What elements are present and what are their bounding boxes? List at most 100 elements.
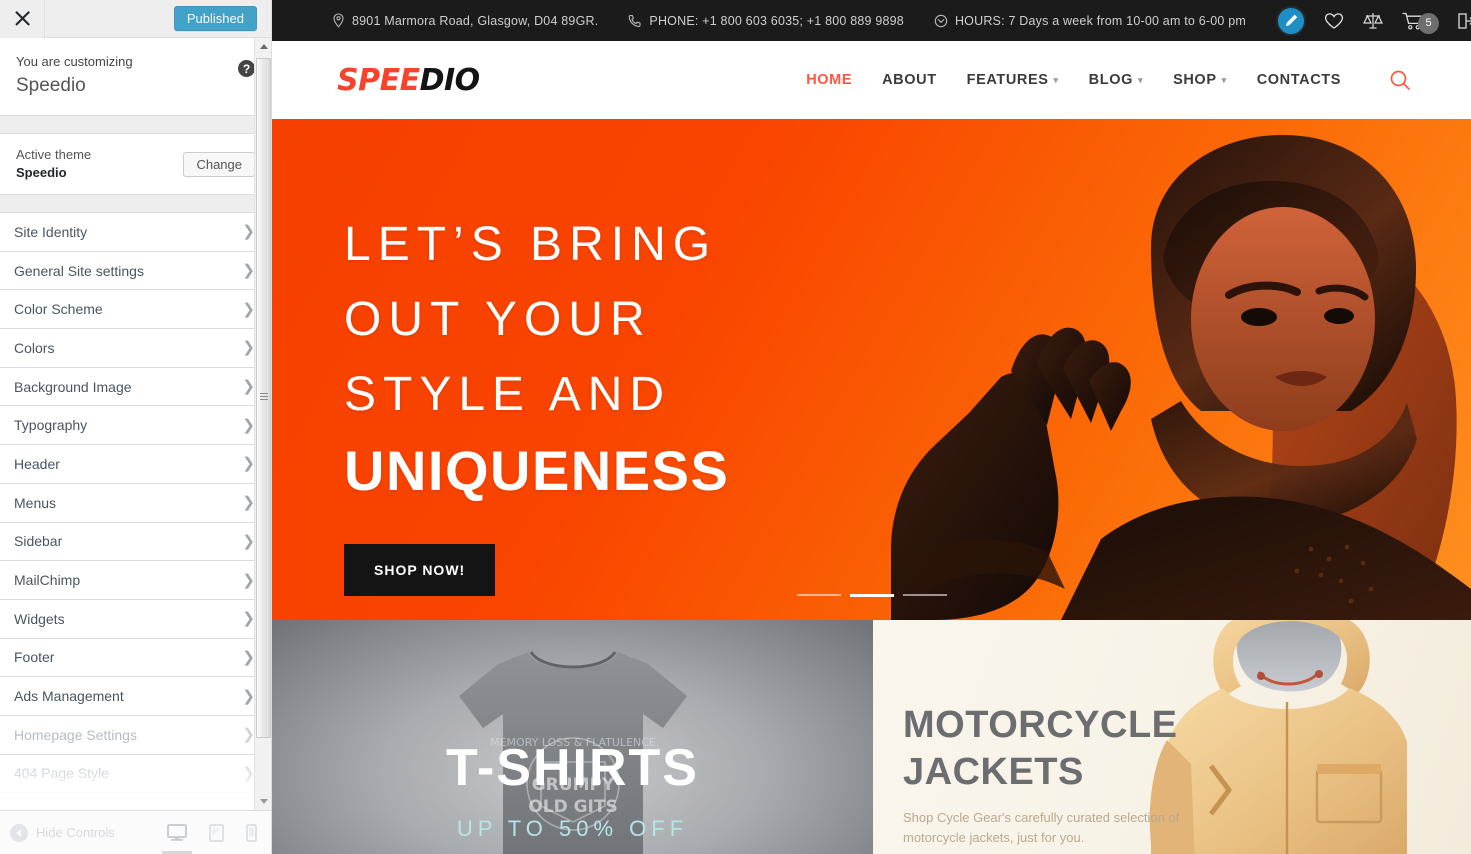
- panel-divider: [0, 116, 271, 134]
- promo-jackets[interactable]: MOTORCYCLE JACKETS Shop Cycle Gear's car…: [873, 620, 1471, 854]
- clock-icon: [934, 14, 948, 27]
- panel-label: Site Identity: [14, 223, 88, 240]
- panel-label: Homepage Settings: [14, 726, 137, 743]
- panel-label: Sidebar: [14, 533, 63, 550]
- scroll-down-arrow-icon[interactable]: [255, 793, 271, 810]
- nav-item-home[interactable]: HOME: [806, 72, 852, 88]
- site-top-info-bar: 8901 Marmora Road, Glasgow, D04 89GR. PH…: [272, 0, 1471, 41]
- panel-label: MailChimp: [14, 572, 81, 589]
- nav-item-features[interactable]: FEATURES ▾: [967, 72, 1059, 88]
- logo-part-1: SPEE: [337, 62, 420, 98]
- customizer-panel-widgets[interactable]: Widgets ❯: [0, 599, 271, 639]
- location-pin-icon: [333, 13, 344, 28]
- customizer-panel-footer[interactable]: Footer ❯: [0, 638, 271, 678]
- collapse-arrow-icon: [10, 823, 28, 842]
- publish-button[interactable]: Published: [173, 6, 257, 31]
- hero-slide-indicator-1[interactable]: [796, 594, 841, 596]
- change-theme-button[interactable]: Change: [183, 151, 255, 177]
- promo-tshirts-title: T-SHIRTS: [446, 739, 699, 797]
- nav-item-about[interactable]: ABOUT: [882, 72, 937, 88]
- customizer-scroll-area: You are customizing Speedio ? Active the…: [0, 38, 271, 810]
- panel-divider-2: [0, 195, 271, 213]
- sidebar-scrollbar[interactable]: [254, 38, 271, 810]
- nav-item-blog[interactable]: BLOG ▾: [1089, 72, 1143, 88]
- nav-item-label: HOME: [806, 72, 853, 88]
- nav-item-contacts[interactable]: CONTACTS: [1257, 72, 1341, 88]
- site-name-title: Speedio: [16, 75, 86, 96]
- customizer-panel-menus[interactable]: Menus ❯: [0, 483, 271, 523]
- wordpress-customizer-sidebar: Published You are customizing Speedio ? …: [0, 0, 272, 854]
- hours-info: HOURS: 7 Days a week from 10-00 am to 6-…: [934, 14, 1246, 28]
- nav-item-label: ABOUT: [882, 72, 937, 88]
- panel-label: Header: [14, 455, 60, 472]
- site-preview-frame: 8901 Marmora Road, Glasgow, D04 89GR. PH…: [272, 0, 1471, 854]
- customizer-panel-header[interactable]: Header ❯: [0, 445, 271, 484]
- scrollbar-grip-icon: [260, 393, 268, 403]
- site-logo[interactable]: SPEEDIO: [337, 63, 480, 98]
- chevron-down-icon: ▾: [1053, 74, 1059, 85]
- svg-text:OLD GITS: OLD GITS: [528, 797, 617, 817]
- active-theme-label: Active theme: [16, 147, 92, 162]
- address-info: 8901 Marmora Road, Glasgow, D04 89GR.: [332, 13, 598, 28]
- active-theme-row: Active theme Speedio Change: [0, 134, 271, 195]
- customizer-header: You are customizing Speedio ?: [0, 38, 271, 116]
- close-x-icon[interactable]: [0, 0, 45, 38]
- hero-line-1: LET’S BRING: [344, 218, 718, 271]
- panel-label: Background Image: [14, 378, 132, 395]
- panel-label: Color Scheme: [14, 301, 103, 318]
- hero-slider-dots: [272, 594, 1471, 597]
- search-icon[interactable]: [1389, 69, 1411, 91]
- compare-scales-icon[interactable]: [1362, 11, 1384, 30]
- phone-text: PHONE: +1 800 603 6035; +1 800 889 9898: [649, 13, 904, 28]
- panel-label: 404 Page Style: [14, 765, 109, 782]
- customizer-panel-sidebar[interactable]: Sidebar ❯: [0, 522, 271, 562]
- hero-copy: LET’S BRING OUT YOUR STYLE AND UNIQUENES…: [344, 207, 729, 596]
- scrollbar-thumb[interactable]: [256, 58, 271, 738]
- customizer-panel-ads-management[interactable]: Ads Management ❯: [0, 677, 271, 716]
- shop-now-button[interactable]: SHOP NOW!: [344, 544, 496, 596]
- hours-text: HOURS: 7 Days a week from 10-00 am to 6-…: [954, 13, 1247, 28]
- hero-line-4: UNIQUENESS: [344, 439, 730, 502]
- chevron-down-icon: ▾: [1137, 74, 1144, 85]
- customizer-panel-homepage-settings[interactable]: Homepage Settings ❯: [0, 715, 271, 755]
- customizer-panel-background-image[interactable]: Background Image ❯: [0, 367, 271, 407]
- device-mobile-icon[interactable]: [246, 823, 257, 842]
- device-preview-switcher: [162, 823, 257, 854]
- nav-item-label: SHOP: [1173, 72, 1217, 88]
- hero-slide-indicator-3[interactable]: [902, 594, 947, 596]
- cart-button[interactable]: 5: [1402, 8, 1440, 34]
- panel-label: Ads Management: [14, 688, 124, 705]
- edit-pencil-button[interactable]: [1276, 5, 1307, 36]
- wishlist-heart-icon[interactable]: [1324, 12, 1344, 30]
- customizer-panel-404-page-style[interactable]: 404 Page Style ❯: [0, 754, 271, 794]
- hero-slider: LET’S BRING OUT YOUR STYLE AND UNIQUENES…: [272, 119, 1471, 620]
- nav-item-label: BLOG: [1088, 72, 1133, 88]
- logout-door-icon[interactable]: [1457, 12, 1471, 30]
- nav-item-shop[interactable]: SHOP ▾: [1173, 72, 1227, 88]
- customizer-panel-typography[interactable]: Typography ❯: [0, 406, 271, 446]
- help-question-icon[interactable]: ?: [238, 60, 255, 77]
- panel-label: Typography: [14, 417, 88, 434]
- promo-banner-row: MEMORY LOSS & FLATULENCE GRUMPY OLD GITS…: [272, 620, 1471, 854]
- device-tablet-icon[interactable]: [209, 823, 224, 842]
- panel-label: Menus: [14, 494, 57, 511]
- chevron-down-icon: ▾: [1221, 74, 1227, 85]
- customizer-panel-mailchimp[interactable]: MailChimp ❯: [0, 561, 271, 600]
- promo-jackets-title-line-2: JACKETS: [903, 751, 1084, 793]
- customizer-panel-site-identity[interactable]: Site Identity ❯: [0, 213, 271, 252]
- customizer-panel-color-scheme[interactable]: Color Scheme ❯: [0, 290, 271, 330]
- customizer-panel-woocommerce[interactable]: WooCommerce❯: [0, 793, 271, 810]
- site-header-nav: SPEEDIO HOME ABOUT FEATURES ▾ BLOG ▾ SHOP ▾ CONT…: [272, 41, 1471, 119]
- scroll-up-arrow-icon[interactable]: [255, 38, 271, 55]
- customizer-panel-general-site-settings[interactable]: General Site settings ❯: [0, 251, 271, 291]
- hero-slide-indicator-2[interactable]: [849, 594, 894, 597]
- device-desktop-icon[interactable]: [162, 824, 192, 854]
- hide-controls-button[interactable]: Hide Controls: [10, 823, 115, 842]
- promo-tshirts[interactable]: MEMORY LOSS & FLATULENCE GRUMPY OLD GITS…: [272, 620, 873, 854]
- customizer-panel-colors[interactable]: Colors ❯: [0, 329, 271, 368]
- promo-tshirts-subtitle: UP TO 50% OFF: [456, 816, 689, 841]
- hero-line-2: OUT YOUR: [344, 293, 652, 346]
- topbar-action-icons: 5: [1276, 5, 1471, 36]
- customizer-topbar: Published: [0, 0, 271, 38]
- hide-controls-label: Hide Controls: [36, 825, 115, 840]
